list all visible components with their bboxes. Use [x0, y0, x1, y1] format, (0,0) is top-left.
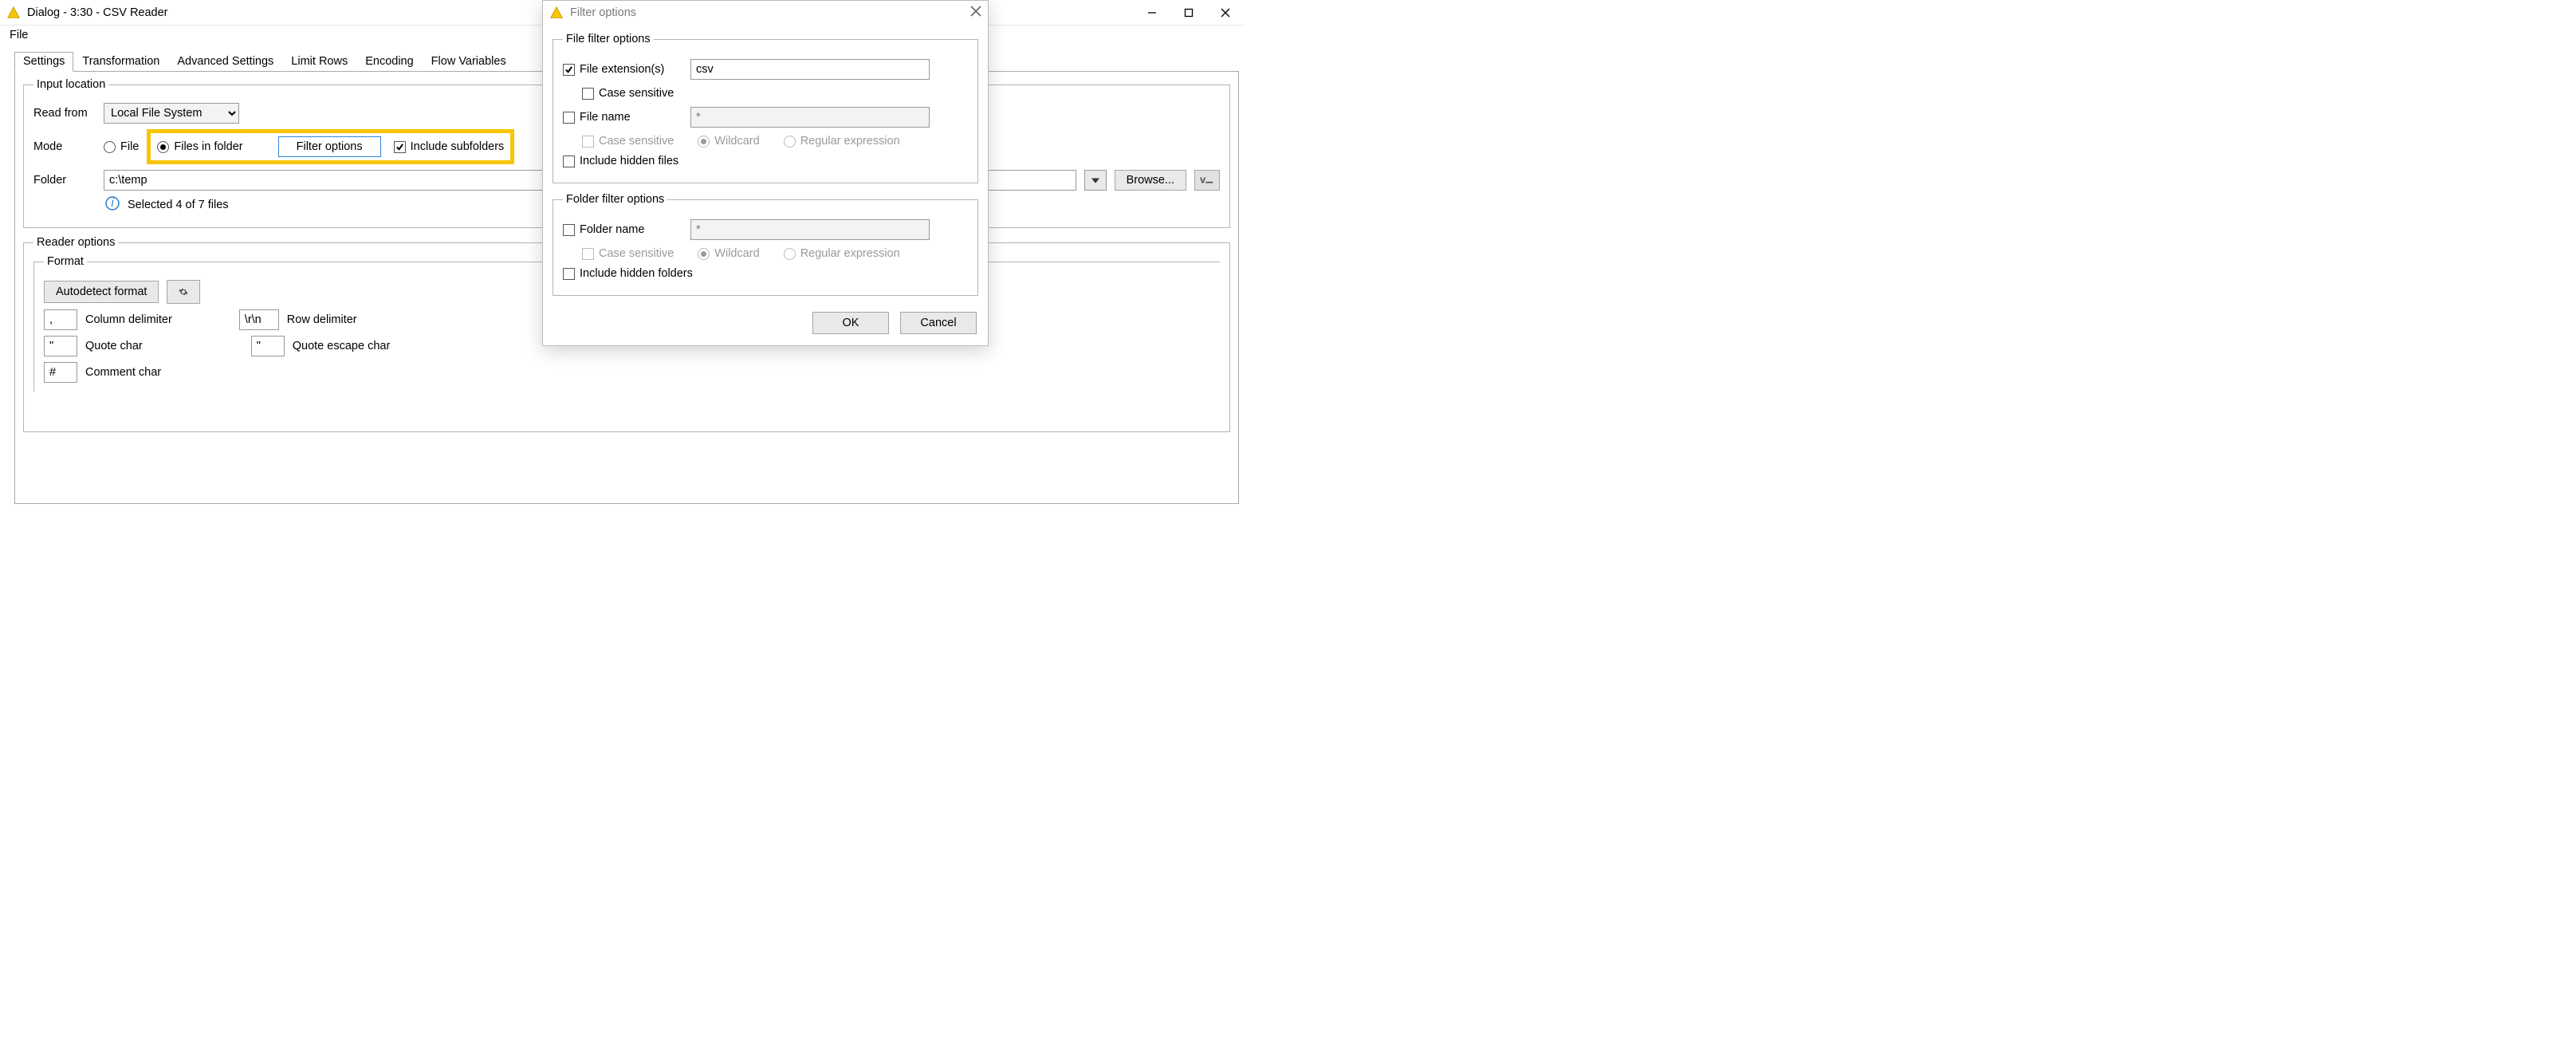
format-legend: Format	[44, 255, 87, 268]
file-filter-options-group: File filter options File extension(s) Ca…	[553, 33, 978, 183]
dialog-close-button[interactable]	[970, 6, 981, 20]
reader-options-legend: Reader options	[33, 236, 118, 249]
selected-files-text: Selected 4 of 7 files	[128, 199, 229, 211]
window-minimize-button[interactable]	[1134, 0, 1170, 26]
window-maximize-button[interactable]	[1170, 0, 1207, 26]
include-hidden-files-checkbox[interactable]: Include hidden files	[563, 155, 678, 167]
file-name-checkbox[interactable]: File name	[563, 111, 682, 124]
file-extension-input[interactable]	[690, 59, 930, 80]
tab-settings[interactable]: Settings	[14, 52, 73, 72]
folder-name-case-sensitive-label: Case sensitive	[599, 247, 674, 260]
filter-options-dialog: Filter options File filter options File …	[542, 0, 989, 346]
quote-escape-char-label: Quote escape char	[293, 340, 391, 352]
folder-name-case-sensitive-checkbox: Case sensitive	[582, 247, 674, 260]
folder-name-regex-label: Regular expression	[800, 247, 900, 260]
tab-flow-variables[interactable]: Flow Variables	[423, 52, 515, 72]
file-ext-case-sensitive-label: Case sensitive	[599, 87, 674, 100]
include-subfolders-checkbox[interactable]: Include subfolders	[394, 140, 505, 153]
folder-filter-options-legend: Folder filter options	[563, 193, 667, 206]
tab-advanced[interactable]: Advanced Settings	[168, 52, 282, 72]
folder-name-wildcard-radio: Wildcard	[698, 247, 759, 260]
window-close-button[interactable]	[1207, 0, 1244, 26]
mode-files-in-folder-radio-label: Files in folder	[174, 140, 242, 153]
mode-file-radio[interactable]: File	[104, 140, 139, 153]
info-icon: i	[105, 196, 120, 214]
folder-name-input[interactable]	[690, 219, 930, 240]
dialog-icon	[549, 6, 564, 20]
tab-encoding[interactable]: Encoding	[356, 52, 422, 72]
mode-label: Mode	[33, 140, 96, 153]
flow-variable-icon: v	[1200, 175, 1214, 185]
file-filter-options-legend: File filter options	[563, 33, 654, 45]
file-name-regex-radio: Regular expression	[784, 135, 900, 148]
row-delimiter-input[interactable]	[239, 309, 279, 330]
quote-escape-char-input[interactable]	[251, 336, 285, 356]
svg-text:v: v	[1200, 175, 1206, 185]
file-name-case-sensitive-label: Case sensitive	[599, 135, 674, 148]
folder-name-label: Folder name	[580, 223, 644, 236]
folder-filter-options-group: Folder filter options Folder name Case s…	[553, 193, 978, 296]
file-extension-label: File extension(s)	[580, 63, 664, 76]
file-ext-case-sensitive-checkbox[interactable]: Case sensitive	[582, 87, 674, 100]
file-name-input[interactable]	[690, 107, 930, 128]
column-delimiter-input[interactable]	[44, 309, 77, 330]
file-name-wildcard-radio: Wildcard	[698, 135, 759, 148]
include-subfolders-label: Include subfolders	[411, 140, 505, 153]
file-extension-checkbox[interactable]: File extension(s)	[563, 63, 682, 76]
read-from-select[interactable]: Local File System	[104, 103, 239, 124]
row-delimiter-label: Row delimiter	[287, 313, 357, 326]
quote-char-input[interactable]	[44, 336, 77, 356]
browse-button[interactable]: Browse...	[1115, 170, 1186, 191]
column-delimiter-label: Column delimiter	[85, 313, 172, 326]
include-hidden-folders-checkbox[interactable]: Include hidden folders	[563, 267, 693, 280]
dialog-title: Filter options	[570, 6, 636, 19]
folder-name-regex-radio: Regular expression	[784, 247, 900, 260]
cancel-button[interactable]: Cancel	[900, 312, 977, 334]
tab-transformation[interactable]: Transformation	[73, 52, 168, 72]
folder-name-checkbox[interactable]: Folder name	[563, 223, 682, 236]
folder-name-wildcard-label: Wildcard	[714, 247, 759, 260]
flow-variable-button[interactable]: v	[1194, 170, 1220, 191]
tab-limit-rows[interactable]: Limit Rows	[282, 52, 356, 72]
gear-icon	[179, 285, 188, 298]
filter-options-button[interactable]: Filter options	[278, 136, 381, 157]
folder-history-dropdown[interactable]	[1084, 170, 1107, 191]
file-name-wildcard-label: Wildcard	[714, 135, 759, 148]
file-name-regex-label: Regular expression	[800, 135, 900, 148]
comment-char-input[interactable]	[44, 362, 77, 383]
include-hidden-files-label: Include hidden files	[580, 155, 678, 167]
autodetect-format-button[interactable]: Autodetect format	[44, 281, 159, 303]
file-name-label: File name	[580, 111, 631, 124]
read-from-label: Read from	[33, 107, 96, 120]
input-location-legend: Input location	[33, 78, 108, 91]
file-name-case-sensitive-checkbox: Case sensitive	[582, 135, 674, 148]
ok-button[interactable]: OK	[812, 312, 889, 334]
include-hidden-folders-label: Include hidden folders	[580, 267, 693, 280]
comment-char-label: Comment char	[85, 366, 161, 379]
highlighted-region: Files in folder Filter options Include s…	[147, 129, 514, 164]
app-icon	[6, 6, 21, 20]
window-title: Dialog - 3:30 - CSV Reader	[27, 6, 168, 19]
quote-char-label: Quote char	[85, 340, 143, 352]
mode-file-radio-label: File	[120, 140, 139, 153]
mode-files-in-folder-radio[interactable]: Files in folder	[157, 140, 265, 153]
autodetect-settings-button[interactable]	[167, 280, 200, 304]
menu-file[interactable]: File	[6, 27, 31, 43]
folder-label: Folder	[33, 174, 96, 187]
